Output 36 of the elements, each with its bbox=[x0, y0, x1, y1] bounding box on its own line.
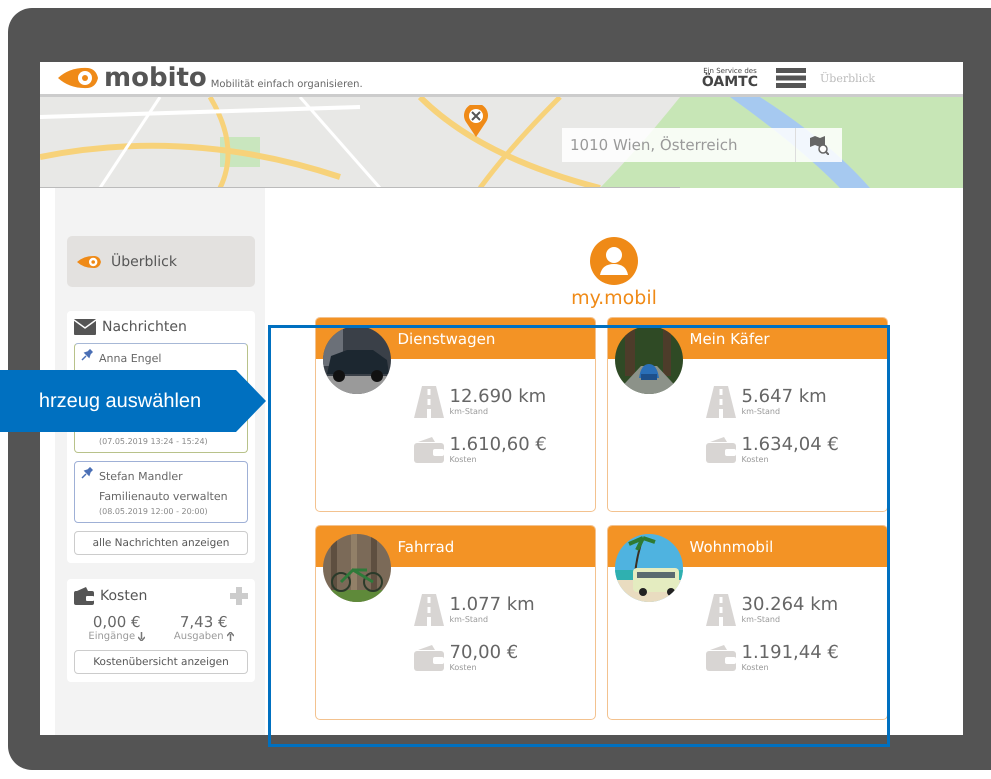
cost-value: 1.634,04 € bbox=[742, 436, 839, 454]
panel-title: Kosten bbox=[100, 588, 148, 604]
vehicle-name: Fahrrad bbox=[398, 538, 454, 556]
callout-tooltip: hrzeug auswählen bbox=[0, 370, 266, 432]
odometer: 30.264 km bbox=[742, 596, 838, 614]
service-brand: ÖAMTC bbox=[702, 74, 758, 88]
odometer: 12.690 km bbox=[450, 388, 546, 406]
amount-label: Eingänge bbox=[88, 631, 136, 642]
odometer: 1.077 km bbox=[450, 596, 535, 614]
message-sender: Anna Engel bbox=[99, 352, 162, 365]
amount-label: Ausgaben bbox=[174, 631, 224, 642]
amount-value: 0,00 € bbox=[92, 613, 141, 631]
message-date: (08.05.2019 12:00 - 20:00) bbox=[99, 506, 209, 518]
cost-label: Kosten bbox=[450, 456, 478, 464]
vehicle-name: Dienstwagen bbox=[398, 330, 496, 348]
page-title: my.mobil bbox=[571, 287, 657, 309]
vehicle-name: Mein Käfer bbox=[690, 330, 770, 348]
cost-label: Kosten bbox=[450, 664, 478, 672]
cost-label: Kosten bbox=[742, 456, 770, 464]
cost-value: 1.191,44 € bbox=[742, 644, 839, 662]
logo: mobito bbox=[104, 65, 207, 91]
message-date: (07.05.2019 13:24 - 15:24) bbox=[99, 436, 209, 448]
message-subject: Familienauto verwalten bbox=[99, 490, 228, 503]
odometer-label: km-Stand bbox=[450, 616, 490, 624]
vehicle-name: Wohnmobil bbox=[690, 538, 774, 556]
odometer-label: km-Stand bbox=[742, 616, 782, 624]
amount-value: 7,43 € bbox=[180, 613, 228, 631]
panel-title: Nachrichten bbox=[102, 319, 187, 335]
odometer-label: km-Stand bbox=[450, 408, 490, 416]
cost-value: 70,00 € bbox=[450, 644, 518, 662]
cost-label: Kosten bbox=[742, 664, 770, 672]
message-sender: Stefan Mandler bbox=[99, 470, 183, 483]
odometer-label: km-Stand bbox=[742, 408, 782, 416]
tagline: Mobilität einfach organisieren. bbox=[210, 79, 363, 90]
odometer: 5.647 km bbox=[742, 388, 827, 406]
cost-value: 1.610,60 € bbox=[450, 436, 547, 454]
